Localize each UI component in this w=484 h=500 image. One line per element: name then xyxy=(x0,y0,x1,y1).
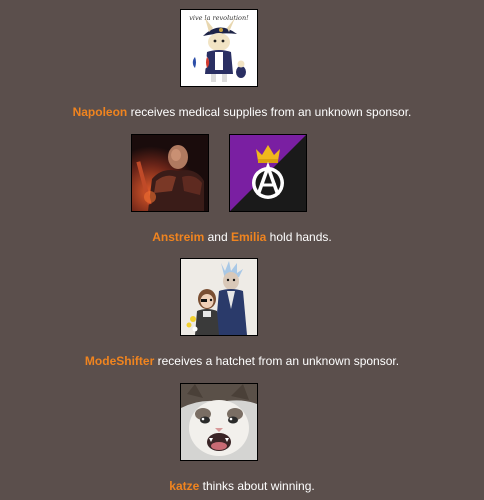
event-joiner: and xyxy=(204,230,231,244)
cartoon-scientist-avatar xyxy=(180,258,258,336)
crying-cat-icon xyxy=(181,384,257,460)
crying-cat-avatar xyxy=(180,383,258,461)
anarchist-crown-flag-avatar xyxy=(229,134,307,212)
event-line-3: ModeShifter receives a hatchet from an u… xyxy=(0,354,484,368)
napoleon-cartoon-avatar: vive la revolution! xyxy=(180,9,258,87)
event-line-2: Anstreim and Emilia hold hands. xyxy=(0,230,484,244)
cartoon-scientist-icon xyxy=(181,259,257,335)
event-line-4: katze thinks about winning. xyxy=(0,479,484,493)
tribute-name: Anstreim xyxy=(152,230,205,244)
avatar-caption: vive la revolution! xyxy=(189,14,249,22)
tribute-name: katze xyxy=(169,479,200,493)
event-text: hold hands. xyxy=(266,230,332,244)
tribute-name: Emilia xyxy=(230,230,267,244)
event-text: thinks about winning. xyxy=(199,479,315,493)
armored-warrior-avatar xyxy=(131,134,209,212)
anarchist-crown-flag-icon xyxy=(230,135,306,211)
napoleon-cartoon-icon: vive la revolution! xyxy=(181,10,257,86)
event-text: receives medical supplies from an unknow… xyxy=(127,105,412,119)
tribute-name: Napoleon xyxy=(72,105,128,119)
event-text: receives a hatchet from an unknown spons… xyxy=(154,354,400,368)
armored-warrior-icon xyxy=(132,135,208,211)
event-line-1: Napoleon receives medical supplies from … xyxy=(0,105,484,119)
tribute-name: ModeShifter xyxy=(84,354,155,368)
